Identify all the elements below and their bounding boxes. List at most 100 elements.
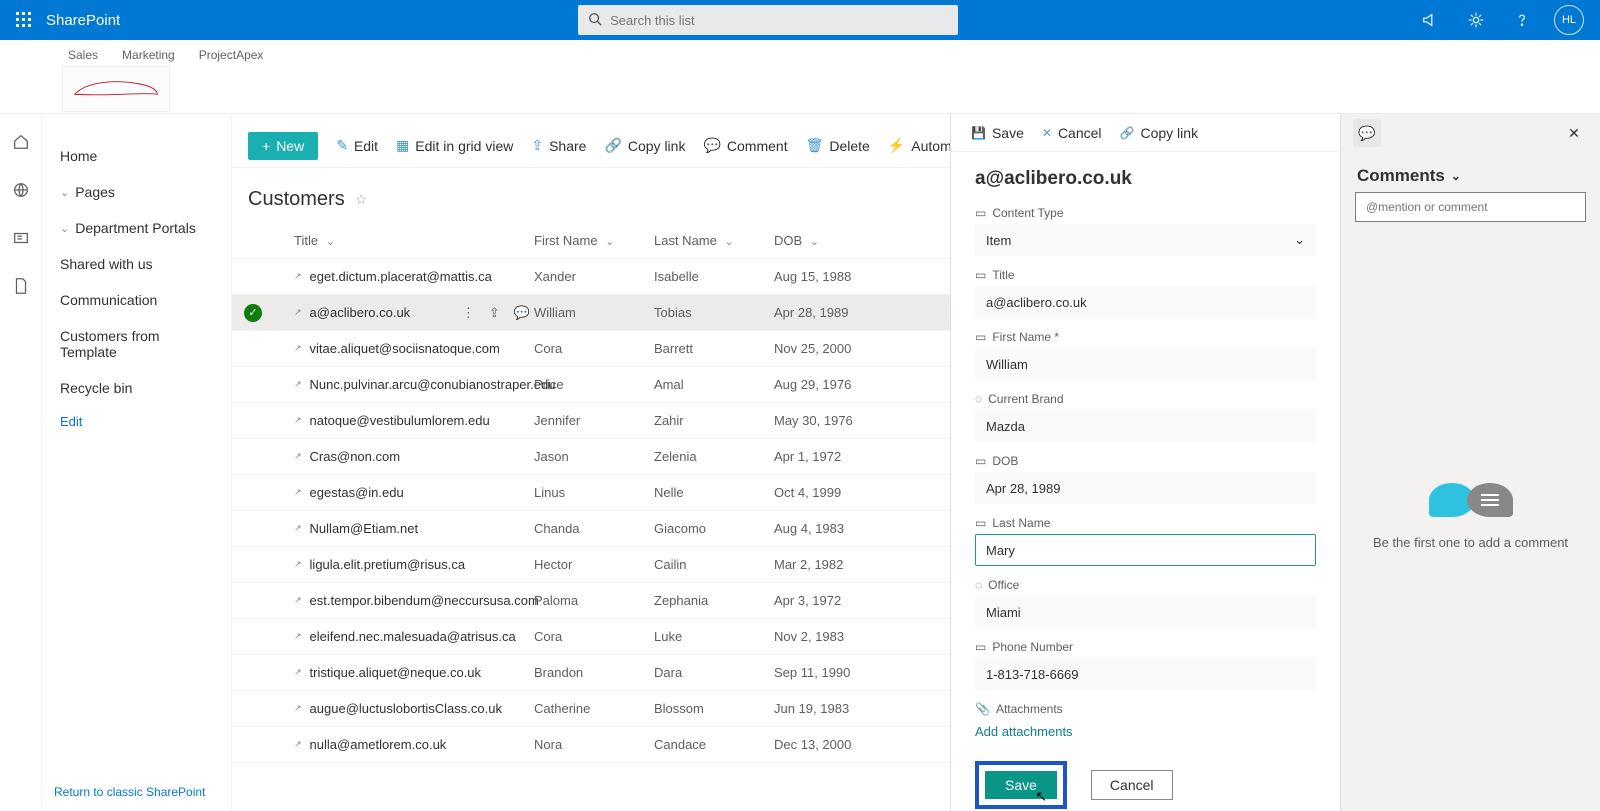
last-name-cell: Tobias [654,305,774,320]
news-icon[interactable] [11,228,31,248]
file-icon[interactable] [11,276,31,296]
comments-input[interactable]: @mention or comment [1355,192,1586,222]
search-icon [588,12,602,29]
first-name-cell: Catherine [534,701,654,716]
shared-indicator-icon: ↗ [294,415,302,426]
panel-save-button[interactable]: 💾Save [971,125,1024,141]
new-button[interactable]: +New [248,132,318,160]
comments-header[interactable]: Comments⌄ [1341,152,1600,192]
panel-heading: a@aclibero.co.uk [975,168,1316,190]
edit-button[interactable]: ✎Edit [336,137,378,154]
phone-field[interactable]: 1-813-718-6669 [975,658,1316,690]
return-classic-link[interactable]: Return to classic SharePoint [54,785,205,799]
row-comment-icon[interactable]: 💬 [514,305,530,321]
panel-copy-link-button[interactable]: 🔗Copy link [1120,125,1199,141]
trash-icon: 🗑 [806,137,824,154]
save-button[interactable]: Save ↖ [985,771,1057,799]
first-name-cell: Nora [534,737,654,752]
nav-recycle-bin[interactable]: Recycle bin [52,370,221,406]
label-content-type: ▭Content Type [975,206,1316,220]
title-cell[interactable]: ↗tristique.aliquet@neque.co.uk [294,665,534,680]
gear-icon[interactable] [1462,6,1490,34]
title-cell[interactable]: ↗ligula.elit.pretium@risus.ca [294,557,534,572]
search-box[interactable] [578,5,958,35]
first-name-cell: Cora [534,341,654,356]
title-cell[interactable]: ↗Cras@non.com [294,449,534,464]
chevron-down-icon: ⌄ [1451,169,1461,183]
save-button-highlight: Save ↖ [975,761,1067,809]
close-panel-icon[interactable]: ✕ [1560,119,1588,147]
shared-indicator-icon: ↗ [294,379,302,390]
last-name-field[interactable]: Mary [975,534,1316,566]
last-name-cell: Nelle [654,485,774,500]
globe-icon[interactable] [11,180,31,200]
title-cell[interactable]: ↗egestas@in.edu [294,485,534,500]
search-input[interactable] [610,13,948,28]
star-icon[interactable]: ☆ [355,191,368,208]
site-link[interactable]: ProjectApex [199,48,264,62]
current-brand-field[interactable]: Mazda [975,410,1316,442]
col-title[interactable]: Title [294,233,534,248]
title-cell[interactable]: ↗nulla@ametlorem.co.uk [294,737,534,752]
checkmark-icon[interactable]: ✓ [244,304,262,322]
add-attachments-link[interactable]: Add attachments [975,724,1316,739]
edit-grid-button[interactable]: ▦Edit in grid view [396,137,513,154]
site-logo[interactable] [62,66,170,112]
delete-button[interactable]: 🗑Delete [806,137,870,154]
first-name-cell: Linus [534,485,654,500]
shared-indicator-icon: ↗ [294,307,302,318]
title-cell[interactable]: ↗eleifend.nec.malesuada@atrisus.ca [294,629,534,644]
left-nav: Home ⌄Pages ⌄Department Portals Shared w… [42,114,232,811]
nav-edit-link[interactable]: Edit [52,406,221,437]
row-share-icon[interactable]: ⇪ [489,305,500,321]
content-type-icon: ▭ [975,206,986,220]
site-link[interactable]: Marketing [122,48,175,62]
nav-pages[interactable]: ⌄Pages [52,174,221,210]
title-cell[interactable]: ↗est.tempor.bibendum@neccursusa.com [294,593,534,608]
first-name-cell: Paloma [534,593,654,608]
row-more-icon[interactable]: ⋮ [462,305,475,321]
list-area: +New ✎Edit ▦Edit in grid view ⇪Share 🔗Co… [232,114,1600,811]
title-cell[interactable]: ↗eget.dictum.placerat@mattis.ca [294,269,534,284]
site-link[interactable]: Sales [68,48,98,62]
col-last-name[interactable]: Last Name [654,233,774,248]
home-icon[interactable] [11,132,31,152]
col-dob[interactable]: DOB [774,233,914,248]
title-field[interactable]: a@aclibero.co.uk [975,286,1316,318]
first-name-cell: Jennifer [534,413,654,428]
nav-customers-template[interactable]: Customers from Template [52,318,221,370]
title-cell[interactable]: ↗natoque@vestibulumlorem.edu [294,413,534,428]
office-field[interactable]: Miami [975,596,1316,628]
dob-field[interactable]: Apr 28, 1989 [975,472,1316,504]
nav-home[interactable]: Home [52,138,221,174]
title-cell[interactable]: ↗a@aclibero.co.uk⋮⇪💬 [294,305,534,321]
cancel-button[interactable]: Cancel [1091,770,1173,800]
last-name-cell: Isabelle [654,269,774,284]
title-cell[interactable]: ↗vitae.aliquet@sociisnatoque.com [294,341,534,356]
panel-cancel-button[interactable]: ✕Cancel [1042,125,1102,141]
copy-link-button[interactable]: 🔗Copy link [604,137,685,154]
nav-communication[interactable]: Communication [52,282,221,318]
dob-cell: Aug 4, 1983 [774,521,914,536]
label-office: ◌Office [975,578,1316,592]
dob-cell: Mar 2, 1982 [774,557,914,572]
nav-department-portals[interactable]: ⌄Department Portals [52,210,221,246]
comments-toggle-icon[interactable]: 💬 [1353,119,1381,147]
share-button[interactable]: ⇪Share [531,137,586,154]
col-first-name[interactable]: First Name [534,233,654,248]
avatar[interactable]: HL [1554,5,1584,35]
title-cell[interactable]: ↗Nullam@Etiam.net [294,521,534,536]
help-icon[interactable] [1508,6,1536,34]
shared-indicator-icon: ↗ [294,667,302,678]
comment-button[interactable]: 💬Comment [703,137,787,154]
app-launcher-icon[interactable] [8,4,40,36]
flow-icon: ⚡ [888,137,905,154]
title-cell[interactable]: ↗augue@luctuslobortisClass.co.uk [294,701,534,716]
suite-title[interactable]: SharePoint [46,12,120,29]
content-type-select[interactable]: Item⌄ [975,224,1316,256]
megaphone-icon[interactable] [1416,6,1444,34]
nav-shared[interactable]: Shared with us [52,246,221,282]
text-icon: ▭ [975,516,986,530]
title-cell[interactable]: ↗Nunc.pulvinar.arcu@conubianostraper.edu [294,377,534,392]
first-name-field[interactable]: William [975,348,1316,380]
